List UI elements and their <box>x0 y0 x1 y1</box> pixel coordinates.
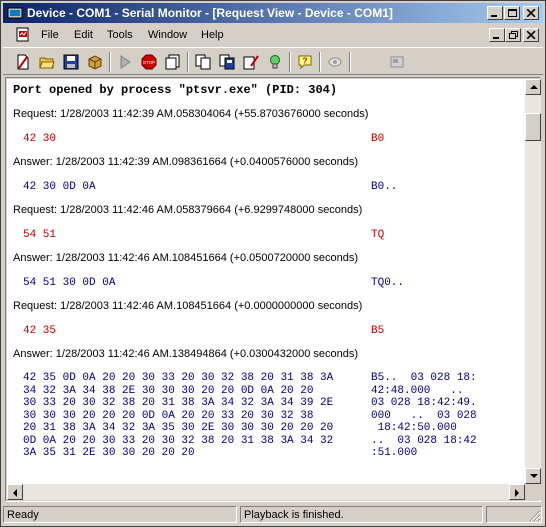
log-entry-label: Request: 1/28/2003 11:42:46 AM.108451664… <box>13 300 363 312</box>
document-icon[interactable] <box>15 27 31 43</box>
status-ready: Ready <box>3 506 237 523</box>
toolbar-separator <box>109 52 111 72</box>
svg-text:?: ? <box>303 57 308 66</box>
app-icon[interactable] <box>7 6 23 20</box>
port-opened-header: Port opened by process "ptsvr.exe" (PID:… <box>13 83 338 97</box>
capture-icon[interactable] <box>265 52 285 72</box>
toolbar-separator <box>349 52 351 72</box>
child-restore-button[interactable] <box>505 28 521 42</box>
log-entry-ascii: TQ <box>371 229 385 241</box>
toolbar-separator <box>289 52 291 72</box>
settings-icon[interactable] <box>387 52 407 72</box>
toolbar-separator <box>319 52 321 72</box>
vertical-scroll-thumb[interactable] <box>525 113 541 141</box>
vertical-scrollbar[interactable] <box>525 79 541 484</box>
menu-tools[interactable]: Tools <box>107 29 133 41</box>
stop-icon[interactable]: STOP <box>139 52 159 72</box>
child-close-button[interactable] <box>523 28 539 42</box>
save-icon[interactable] <box>61 52 81 72</box>
log-entry-label: Answer: 1/28/2003 11:42:46 AM.138494864 … <box>13 348 359 360</box>
app-window: Device - COM1 - Serial Monitor - [Reques… <box>0 0 546 527</box>
paste-icon[interactable] <box>217 52 237 72</box>
horizontal-scrollbar[interactable] <box>7 484 525 500</box>
status-bar: Ready Playback is finished. <box>3 504 543 524</box>
package-icon[interactable] <box>85 52 105 72</box>
request-view: Port opened by process "ptsvr.exe" (PID:… <box>5 77 541 502</box>
log-entry-hex: 42 35 <box>23 325 57 337</box>
status-playback: Playback is finished. <box>240 506 483 523</box>
title-bar[interactable]: Device - COM1 - Serial Monitor - [Reques… <box>3 3 543 23</box>
log-entry-hex: 42 35 0D 0A 20 20 30 33 20 30 32 38 20 3… <box>23 372 334 459</box>
help-icon[interactable]: ? <box>295 52 315 72</box>
log-entry-label: Answer: 1/28/2003 11:42:39 AM.098361664 … <box>13 156 359 168</box>
log-entry-ascii: B5 <box>371 325 385 337</box>
export-icon[interactable] <box>163 52 183 72</box>
scroll-up-button[interactable] <box>525 79 541 95</box>
log-entry-hex: 54 51 30 0D 0A <box>23 277 116 289</box>
scroll-down-button[interactable] <box>525 468 541 484</box>
toolbar: STOP ? <box>3 47 543 75</box>
log-entry-ascii: TQ0.. <box>371 277 405 289</box>
menu-bar: File Edit Tools Window Help <box>3 24 543 46</box>
play-icon[interactable] <box>115 52 135 72</box>
eye-icon[interactable] <box>325 52 345 72</box>
maximize-button[interactable] <box>504 6 520 20</box>
svg-text:STOP: STOP <box>143 60 155 65</box>
new-icon[interactable] <box>13 52 33 72</box>
log-entry-ascii: B5.. 03 028 18: 42:48.000 .. 03 028 18:4… <box>371 372 477 459</box>
log-entry-hex: 42 30 0D 0A <box>23 181 96 193</box>
minimize-button[interactable] <box>487 6 503 20</box>
log-entry-ascii: B0 <box>371 133 385 145</box>
menu-edit[interactable]: Edit <box>74 29 93 41</box>
scrollbar-corner <box>525 484 541 500</box>
log-entry-hex: 42 30 <box>23 133 57 145</box>
log-pane[interactable]: Port opened by process "ptsvr.exe" (PID:… <box>7 79 525 484</box>
toolbar-separator <box>187 52 189 72</box>
resize-grip-icon[interactable] <box>529 510 541 522</box>
log-entry-hex: 54 51 <box>23 229 57 241</box>
open-icon[interactable] <box>37 52 57 72</box>
menu-window[interactable]: Window <box>148 29 187 41</box>
close-button[interactable] <box>523 6 539 20</box>
log-entry-label: Request: 1/28/2003 11:42:46 AM.058379664… <box>13 204 363 216</box>
scroll-left-button[interactable] <box>7 484 23 500</box>
scroll-right-button[interactable] <box>509 484 525 500</box>
menu-help[interactable]: Help <box>201 29 224 41</box>
log-entry-label: Request: 1/28/2003 11:42:39 AM.058304064… <box>13 108 369 120</box>
log-entry-label: Answer: 1/28/2003 11:42:46 AM.108451664 … <box>13 252 359 264</box>
child-minimize-button[interactable] <box>489 28 505 42</box>
window-title: Device - COM1 - Serial Monitor - [Reques… <box>27 6 393 20</box>
clear-icon[interactable] <box>241 52 261 72</box>
log-entry-ascii: B0.. <box>371 181 398 193</box>
copy-icon[interactable] <box>193 52 213 72</box>
menu-file[interactable]: File <box>41 29 59 41</box>
